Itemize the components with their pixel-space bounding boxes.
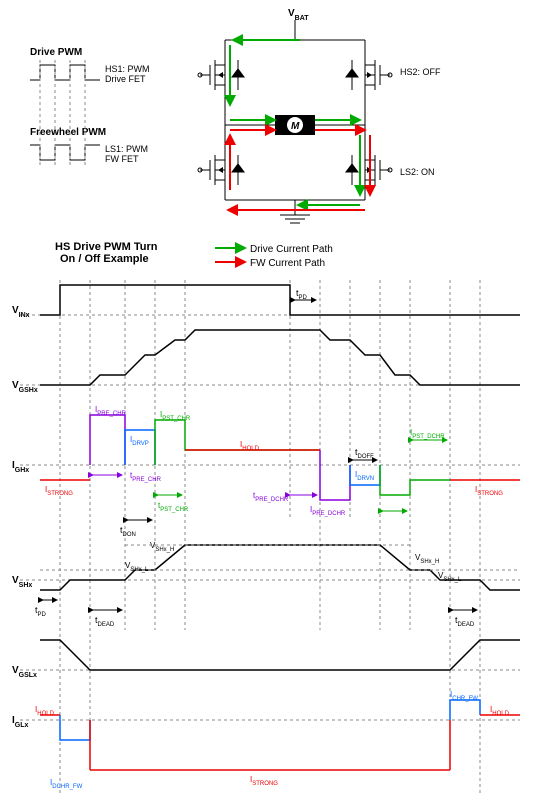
vshx-wave	[40, 545, 520, 590]
svg-text:tDEAD: tDEAD	[455, 615, 475, 628]
svg-text:ICHR_FW: ICHR_FW	[450, 690, 478, 702]
vgshx-label: VGSHx	[12, 380, 38, 394]
svg-text:tPST_CHR: tPST_CHR	[158, 501, 189, 513]
idrvn-label: IDRVN	[355, 470, 374, 482]
ipre-chr-step	[90, 415, 125, 465]
vgslx-wave	[40, 640, 520, 670]
tpd-label-r: tPD	[296, 288, 308, 301]
svg-text:VSHx_H: VSHx_H	[150, 541, 174, 553]
hs1-fet	[198, 40, 244, 105]
ipstchr-label: IPST_CHR	[160, 410, 191, 422]
vgslx-label: VGSLx	[12, 665, 37, 679]
svg-text:ISTRONG: ISTRONG	[250, 775, 278, 787]
svg-text:IHOLD: IHOLD	[35, 705, 55, 717]
vshx-label: VSHx	[12, 575, 32, 589]
ls1-label: LS1: PWMFW FET	[105, 144, 148, 164]
ls2-label: LS2: ON	[400, 167, 435, 177]
svg-text:tDEAD: tDEAD	[95, 615, 115, 628]
legend-fw-label: FW Current Path	[250, 258, 325, 269]
diagram: VBAT M	[0, 0, 535, 803]
svg-text:VSHx_L: VSHx_L	[438, 571, 462, 583]
ipstdchr-label: IPST_DCHR	[410, 428, 445, 440]
ihold-label: IHOLD	[240, 440, 260, 452]
svg-text:tDOFF: tDOFF	[355, 447, 374, 460]
fw-pwm-label: Freewheel PWM	[30, 127, 106, 138]
svg-text:tDON: tDON	[120, 525, 136, 538]
iprechr-label: IPRE_CHR	[95, 405, 127, 417]
svg-text:tPD: tPD	[35, 605, 47, 618]
svg-text:IHOLD: IHOLD	[490, 705, 510, 717]
hs1-label: HS1: PWMDrive FET	[105, 64, 150, 84]
ighx-label: IGHx	[12, 460, 29, 474]
ipredchr-label: IPRE_DCHR	[310, 505, 346, 517]
svg-text:tPRE_CHR: tPRE_CHR	[130, 471, 162, 483]
svg-text:IDCHR_FW: IDCHR_FW	[50, 778, 83, 790]
drive-pwm-label: Drive PWM	[30, 47, 82, 58]
idrvp-label: IDRVP	[130, 435, 149, 447]
ls1-fet	[198, 135, 244, 200]
istrong-l: ISTRONG	[45, 485, 73, 497]
svg-text:VSHx_H: VSHx_H	[415, 553, 439, 565]
vbat-label: VBAT	[288, 8, 309, 22]
ipst-chr-step	[155, 420, 320, 465]
iglx-label: IGLx	[12, 715, 29, 729]
motor-label: M	[291, 121, 300, 132]
vin-wave	[40, 285, 520, 315]
istrong-r: ISTRONG	[475, 485, 503, 497]
svg-text:tPRE_DCHR: tPRE_DCHR	[253, 491, 289, 503]
hbridge-section: VBAT M	[30, 8, 441, 223]
vin-label: VINx	[12, 305, 30, 319]
hs2-fet	[346, 40, 392, 105]
hs2-label: HS2: OFF	[400, 67, 441, 77]
vgshx-wave	[40, 330, 520, 385]
timing-diagram: VINx tPD VGSHx IGHx IPRE_CHR IDRVP IPST_…	[12, 280, 520, 795]
legend-drive-label: Drive Current Path	[250, 244, 333, 255]
svg-text:VSHx_L: VSHx_L	[125, 561, 149, 573]
example-title: HS Drive PWM TurnOn / Off Example	[55, 241, 158, 265]
